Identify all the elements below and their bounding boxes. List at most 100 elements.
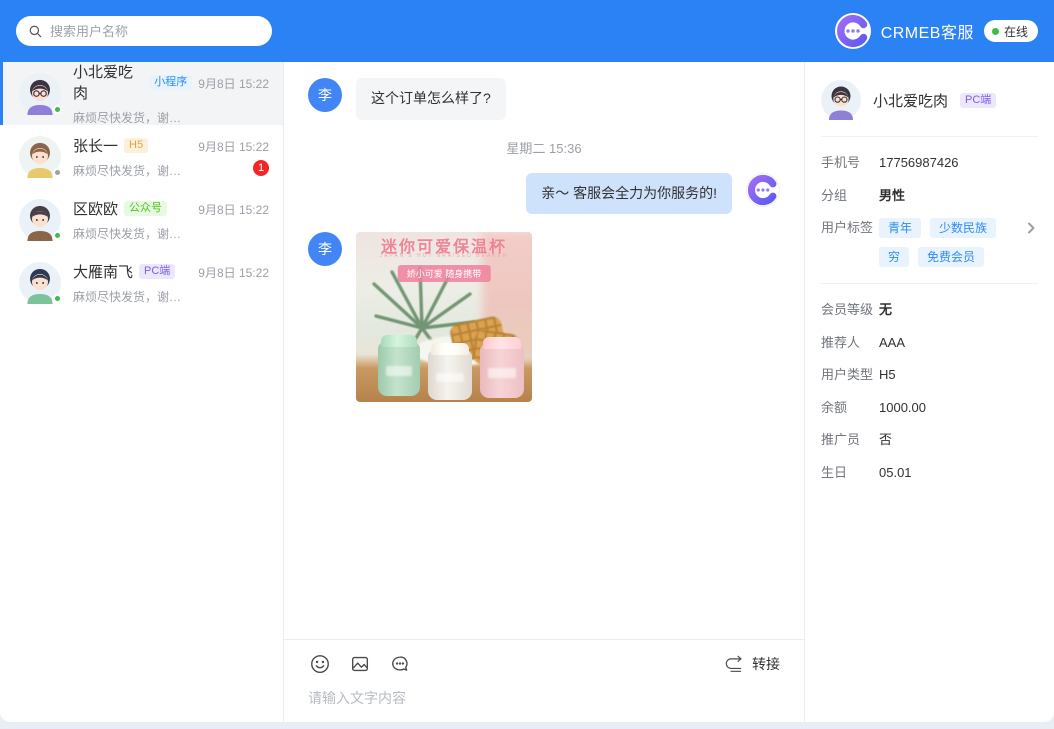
conversation-item-xiaobei[interactable]: 小北爱吃肉 小程序 麻烦尽快发货，谢谢啦！ 9月8日 15:22 [0, 62, 283, 125]
online-dot-icon [53, 231, 62, 240]
divider [821, 136, 1038, 137]
time-divider: 星期二 15:36 [308, 138, 780, 157]
message-input[interactable] [308, 676, 780, 722]
field-value: 男性 [879, 186, 905, 206]
quick-reply-button[interactable] [388, 652, 412, 676]
profile-field-birthday: 生日 05.01 [821, 463, 1038, 483]
emoji-button[interactable] [308, 652, 332, 676]
field-label: 余额 [821, 398, 879, 418]
last-message-preview: 麻烦尽快发货，谢谢啦！ [73, 162, 192, 179]
channel-tag: PC端 [139, 264, 175, 279]
agent-avatar-logo-icon [746, 173, 780, 207]
last-message-preview: 麻烦尽快发货，谢谢啦！ [73, 109, 192, 126]
field-value: 否 [879, 430, 892, 450]
field-value: 1000.00 [879, 398, 926, 418]
avatar [19, 73, 61, 115]
transfer-label: 转接 [752, 654, 780, 674]
profile-field-balance: 余额 1000.00 [821, 398, 1038, 418]
last-message-preview: 麻烦尽快发货，谢谢啦！ [73, 225, 192, 242]
brand-name: CRMEB客服 [881, 19, 974, 43]
thermos-cup-green [378, 342, 420, 396]
profile-field-phone: 手机号 17756987426 [821, 153, 1038, 173]
conversation-item-dayannanfei[interactable]: 大雁南飞 PC端 麻烦尽快发货，谢谢啦！ 9月8日 15:22 [0, 251, 283, 314]
profile-user-name: 小北爱吃肉 [873, 90, 948, 111]
chat-column: 李 这个订单怎么样了? 星期二 15:36 亲～ 客服会全力为你服务的! [284, 62, 805, 722]
profile-field-tags: 用户标签 青年 少数民族 穷 免费会员 [821, 218, 1038, 267]
field-value: 05.01 [879, 463, 912, 483]
incoming-image-message: 李 [308, 232, 780, 402]
field-label: 推广员 [821, 430, 879, 450]
crmeb-customer-service-app: CRMEB客服 在线 小北爱吃肉 小程序 麻烦尽快发货，谢谢啦！ [0, 0, 1054, 729]
quick-reply-icon [389, 653, 411, 675]
profile-field-promoter: 推广员 否 [821, 430, 1038, 450]
search-input[interactable] [50, 24, 260, 39]
conversation-item-ouou[interactable]: 区欧欧 公众号 麻烦尽快发货，谢谢啦！ 9月8日 15:22 [0, 188, 283, 251]
profile-avatar [821, 80, 861, 120]
field-value: AAA [879, 333, 905, 353]
user-tag: 穷 [879, 247, 909, 267]
field-label: 手机号 [821, 153, 879, 173]
send-image-button[interactable] [348, 652, 372, 676]
transfer-button[interactable]: 转接 [723, 653, 780, 675]
last-message-time: 9月8日 15:22 [198, 138, 269, 155]
user-name: 张长一 [73, 135, 118, 156]
field-label: 生日 [821, 463, 879, 483]
expand-tags-button[interactable] [1024, 221, 1038, 235]
header-right: CRMEB客服 在线 [835, 13, 1038, 49]
emoji-icon [309, 653, 331, 675]
thermos-cup-pink [480, 344, 524, 398]
status-badge: 在线 [984, 20, 1038, 42]
chat-toolbar: 转接 [308, 652, 780, 676]
user-name: 大雁南飞 [73, 261, 133, 282]
field-label: 用户标签 [821, 218, 879, 267]
profile-field-group: 分组 男性 [821, 186, 1038, 206]
last-message-preview: 麻烦尽快发货，谢谢啦！ [73, 288, 192, 305]
online-dot-icon [992, 28, 999, 35]
status-label: 在线 [1004, 23, 1028, 40]
avatar [19, 136, 61, 178]
offline-dot-icon [53, 168, 62, 177]
chevron-right-icon [1024, 221, 1038, 235]
image-badge-text: 娇小可爱 随身携带 [398, 265, 491, 282]
field-label: 分组 [821, 186, 879, 206]
avatar [19, 262, 61, 304]
top-bar: CRMEB客服 在线 [0, 0, 1054, 62]
unread-badge: 1 [253, 160, 269, 176]
incoming-message: 李 这个订单怎么样了? [308, 78, 780, 120]
field-value: H5 [879, 365, 896, 385]
peer-avatar: 李 [308, 232, 342, 266]
image-subtitle-text: JAPAN'S HOT BRAISED BEAKER [356, 253, 532, 259]
user-tag: 少数民族 [930, 218, 996, 238]
online-dot-icon [53, 294, 62, 303]
last-message-time: 9月8日 15:22 [198, 201, 269, 218]
peer-avatar: 李 [308, 78, 342, 112]
chat-footer: 转接 [284, 639, 804, 722]
conversation-item-zhangchangyi[interactable]: 张长一 H5 麻烦尽快发货，谢谢啦！ 9月8日 15:22 1 [0, 125, 283, 188]
field-label: 会员等级 [821, 300, 879, 320]
user-tag: 免费会员 [918, 247, 984, 267]
online-dot-icon [53, 105, 62, 114]
message-scroll-area[interactable]: 李 这个订单怎么样了? 星期二 15:36 亲～ 客服会全力为你服务的! [284, 62, 804, 639]
search-box[interactable] [16, 16, 272, 46]
transfer-icon [723, 653, 745, 675]
avatar [19, 199, 61, 241]
user-tags: 青年 少数民族 穷 免费会员 [879, 218, 1020, 267]
field-value: 无 [879, 300, 892, 320]
profile-field-referrer: 推荐人 AAA [821, 333, 1038, 353]
conversation-info: 小北爱吃肉 小程序 麻烦尽快发货，谢谢啦！ [73, 62, 192, 126]
profile-channel-tag: PC端 [960, 93, 996, 108]
conversation-info: 张长一 H5 麻烦尽快发货，谢谢啦！ [73, 135, 192, 179]
product-image-message[interactable]: 迷你可爱保温杯 JAPAN'S HOT BRAISED BEAKER 娇小可爱 … [356, 232, 532, 402]
profile-header: 小北爱吃肉 PC端 [821, 80, 1038, 120]
field-label: 推荐人 [821, 333, 879, 353]
divider [821, 283, 1038, 284]
channel-tag: 公众号 [124, 201, 167, 216]
profile-field-member-level: 会员等级 无 [821, 300, 1038, 320]
conversation-list[interactable]: 小北爱吃肉 小程序 麻烦尽快发货，谢谢啦！ 9月8日 15:22 [0, 62, 284, 722]
user-name: 区欧欧 [73, 198, 118, 219]
outgoing-message: 亲～ 客服会全力为你服务的! [308, 173, 780, 215]
field-value: 17756987426 [879, 153, 959, 173]
last-message-time: 9月8日 15:22 [198, 75, 269, 92]
user-name: 小北爱吃肉 [73, 62, 143, 103]
channel-tag: 小程序 [149, 75, 192, 90]
